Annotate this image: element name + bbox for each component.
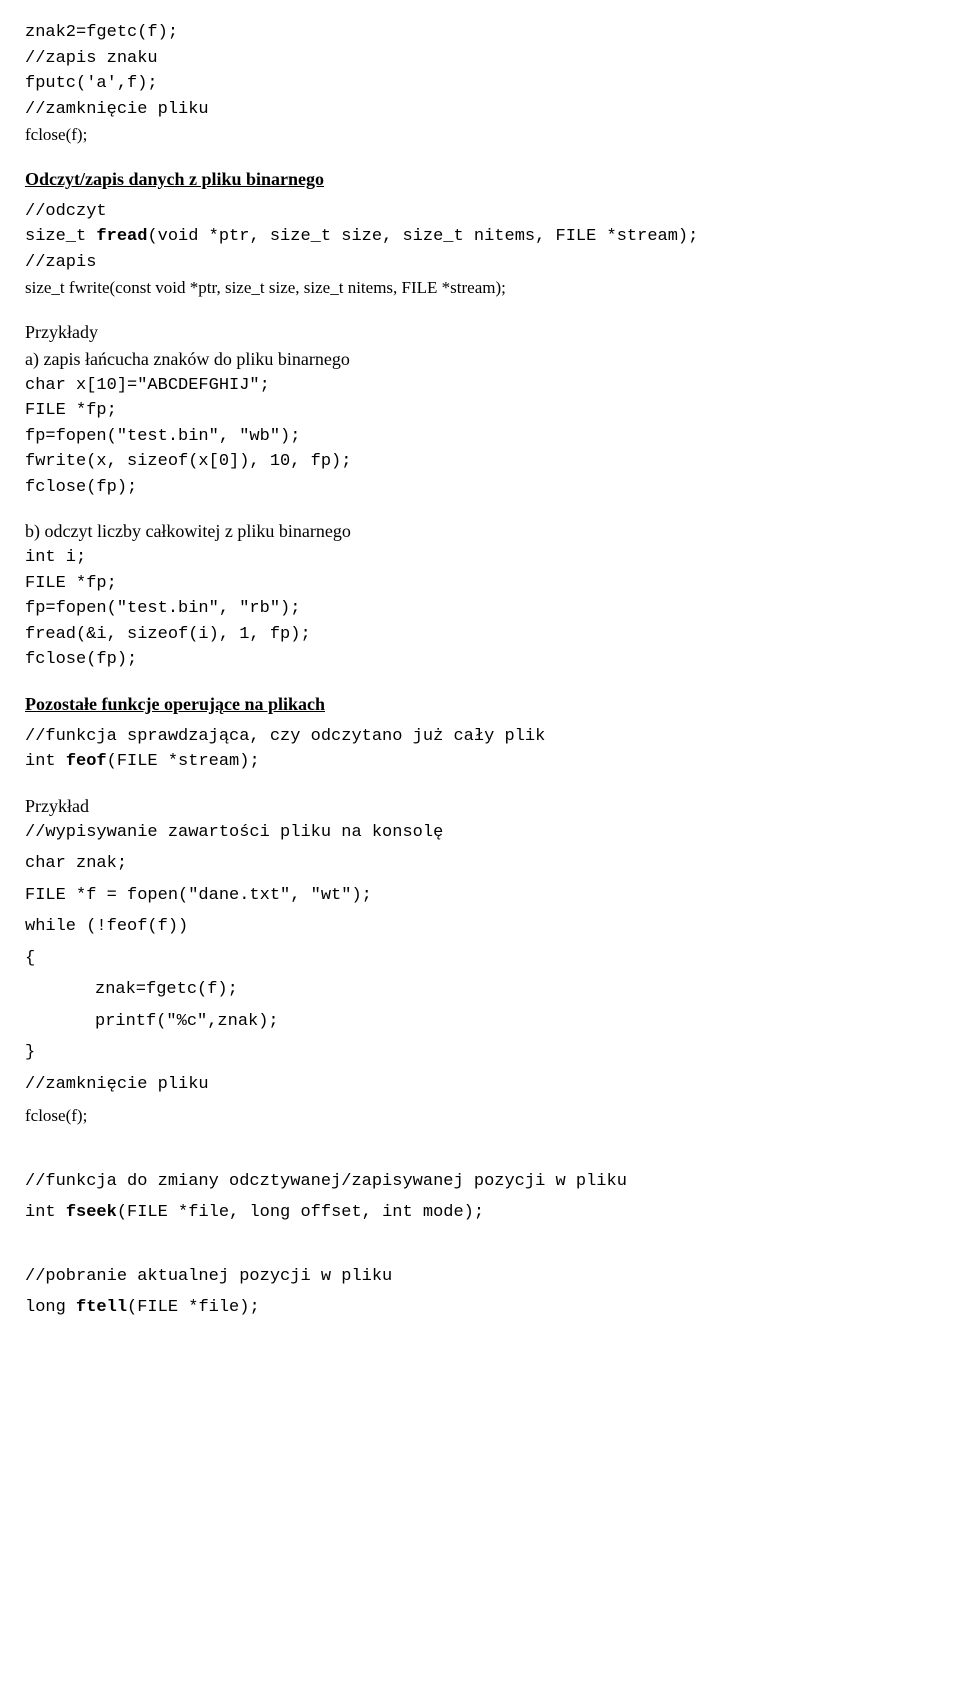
code-line: //odczyt — [25, 199, 935, 225]
code-line: size_t fwrite(const void *ptr, size_t si… — [25, 275, 935, 301]
examples-label: Przykłady — [25, 319, 935, 346]
code-block-4: //wypisywanie zawartości pliku na konsol… — [25, 820, 935, 1129]
code-line: size_t fread(void *ptr, size_t size, siz… — [25, 224, 935, 250]
code-line: FILE *f = fopen("dane.txt", "wt"); — [25, 883, 935, 909]
code-text: size_t fread(void *ptr, size_t size, siz… — [25, 227, 698, 246]
code-line: char x[10]="ABCDEFGHIJ"; — [25, 373, 935, 399]
code-line: FILE *fp; — [25, 571, 935, 597]
code-line: int feof(FILE *stream); — [25, 749, 935, 775]
code-line: fclose(fp); — [25, 475, 935, 501]
code-line: fread(&i, sizeof(i), 1, fp); — [25, 622, 935, 648]
section-heading: Pozostałe funkcje operujące na plikach — [25, 691, 935, 718]
example-title: b) odczyt liczby całkowitej z pliku bina… — [25, 518, 935, 545]
code-line: //funkcja sprawdzająca, czy odczytano ju… — [25, 724, 935, 750]
code-line: int fseek(FILE *file, long offset, int m… — [25, 1200, 935, 1226]
code-line: long ftell(FILE *file); — [25, 1295, 935, 1321]
code-line: printf("%c",znak); — [25, 1009, 935, 1035]
code-line: //pobranie aktualnej pozycji w pliku — [25, 1264, 935, 1290]
code-line: FILE *fp; — [25, 398, 935, 424]
code-line: fclose(fp); — [25, 647, 935, 673]
code-line: fclose(f); — [25, 122, 935, 148]
code-line: znak2=fgetc(f); — [25, 20, 935, 46]
code-line: fputc('a',f); — [25, 71, 935, 97]
code-line: //zapis — [25, 250, 935, 276]
example-a: a) zapis łańcucha znaków do pliku binarn… — [25, 346, 935, 501]
code-line: //wypisywanie zawartości pliku na konsol… — [25, 820, 935, 846]
code-line: int i; — [25, 545, 935, 571]
example-title: a) zapis łańcucha znaków do pliku binarn… — [25, 346, 935, 373]
code-line: fwrite(x, sizeof(x[0]), 10, fp); — [25, 449, 935, 475]
code-block-5: //funkcja do zmiany odcztywanej/zapisywa… — [25, 1169, 935, 1226]
code-block-6: //pobranie aktualnej pozycji w pliku lon… — [25, 1264, 935, 1321]
code-line: fp=fopen("test.bin", "rb"); — [25, 596, 935, 622]
code-block-3: //funkcja sprawdzająca, czy odczytano ju… — [25, 724, 935, 775]
code-block-1: znak2=fgetc(f); //zapis znaku fputc('a',… — [25, 20, 935, 148]
code-line: //zamknięcie pliku — [25, 1072, 935, 1098]
code-line: fclose(f); — [25, 1103, 935, 1129]
code-text: int fseek(FILE *file, long offset, int m… — [25, 1203, 484, 1222]
code-line: char znak; — [25, 851, 935, 877]
example-b: b) odczyt liczby całkowitej z pliku bina… — [25, 518, 935, 673]
code-line: //zamknięcie pliku — [25, 97, 935, 123]
code-line: { — [25, 946, 935, 972]
code-line: znak=fgetc(f); — [25, 977, 935, 1003]
code-line: } — [25, 1040, 935, 1066]
code-text: int feof(FILE *stream); — [25, 752, 260, 771]
code-line: while (!feof(f)) — [25, 914, 935, 940]
code-text: long ftell(FILE *file); — [25, 1298, 260, 1317]
example-label: Przykład — [25, 793, 935, 820]
code-line: fp=fopen("test.bin", "wb"); — [25, 424, 935, 450]
code-block-2: //odczyt size_t fread(void *ptr, size_t … — [25, 199, 935, 301]
code-line: //zapis znaku — [25, 46, 935, 72]
code-line: //funkcja do zmiany odcztywanej/zapisywa… — [25, 1169, 935, 1195]
section-heading: Odczyt/zapis danych z pliku binarnego — [25, 166, 935, 193]
